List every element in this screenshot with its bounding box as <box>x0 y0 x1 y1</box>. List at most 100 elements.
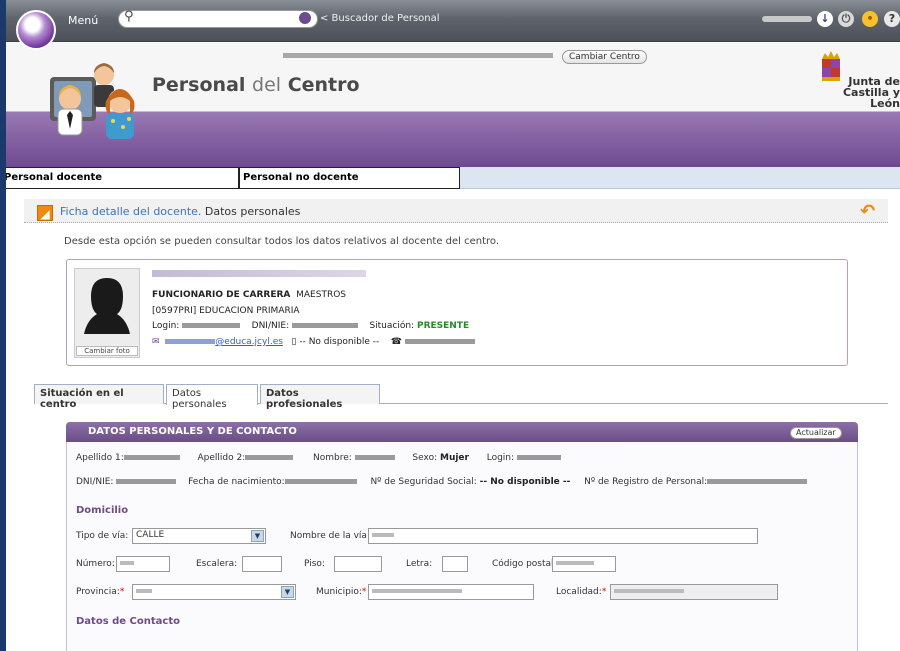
page-title-part3: Centro <box>287 74 360 96</box>
page-title-part1: Personal <box>152 74 246 96</box>
provincia-label: Provincia:* <box>76 587 124 597</box>
email-link[interactable]: @educa.jcyl.es <box>165 337 283 347</box>
teacher-name-redacted <box>152 270 366 277</box>
center-name-redacted <box>283 53 553 58</box>
letra-label: Letra: <box>406 559 433 569</box>
employment-line: FUNCIONARIO DE CARRERA MAESTROS <box>152 290 346 300</box>
seg-social-value: -- No disponible -- <box>479 477 571 487</box>
provincia-select[interactable]: ▼ <box>132 584 296 600</box>
numero-input[interactable] <box>116 556 170 572</box>
help-icon[interactable]: ? <box>884 11 900 27</box>
search-icon[interactable]: ⚲ <box>124 9 134 24</box>
change-center-button[interactable]: Cambiar Centro <box>562 50 647 64</box>
tab-datos-personales[interactable]: Datos personales <box>166 384 258 410</box>
phone-value: -- No disponible -- <box>299 337 380 347</box>
piso-input[interactable] <box>334 556 382 572</box>
panel-title: DATOS PERSONALES Y DE CONTACTO <box>88 426 297 437</box>
municipio-required-mark: * <box>361 587 367 597</box>
employment-type: FUNCIONARIO DE CARRERA <box>152 290 291 300</box>
nombre-via-input[interactable] <box>368 528 758 544</box>
dni-redacted-panel <box>116 479 177 484</box>
intro-text: Desde esta opción se pueden consultar to… <box>64 236 500 247</box>
apellido2-redacted <box>245 455 294 460</box>
app-logo-icon[interactable] <box>16 10 56 50</box>
name-row: Apellido 1: Apellido 2: Nombre: Sexo: Mu… <box>76 453 561 463</box>
window-left-edge <box>0 0 6 651</box>
localidad-label: Localidad:* <box>556 587 606 597</box>
section-arrow-icon: ◢ <box>37 205 53 221</box>
jcl-logo-line2: Castilla y León <box>842 86 900 110</box>
situacion-label: Situación: <box>369 321 415 331</box>
email-user-redacted <box>165 339 216 344</box>
numero-label: Número: <box>76 559 115 569</box>
chevron-down-icon[interactable]: ▼ <box>251 530 264 542</box>
tipo-via-value: CALLE <box>136 530 165 540</box>
piso-label: Piso: <box>304 559 325 569</box>
localidad-required-mark: * <box>601 587 607 597</box>
telephone-redacted <box>404 339 475 344</box>
login-line: Login: DNI/NIE: Situación: PRESENTE <box>152 321 469 331</box>
apellido1-redacted <box>123 455 180 460</box>
main-tabs: Personal docente Personal no docente <box>0 167 900 189</box>
provincia-required-mark: * <box>119 587 125 597</box>
detail-tabs: Situación en el centro Datos personales … <box>34 384 888 410</box>
codigo-postal-input[interactable] <box>552 556 616 572</box>
staff-illustration <box>50 63 135 139</box>
registro-redacted <box>707 479 808 484</box>
tab-personal-docente[interactable]: Personal docente <box>0 167 239 189</box>
tipo-via-select[interactable]: CALLE ▼ <box>132 528 266 544</box>
localidad-redacted <box>614 588 684 593</box>
user-name-redacted <box>762 16 812 22</box>
page-title-part2: del <box>252 74 282 96</box>
chevron-down-icon[interactable]: ▼ <box>281 586 294 598</box>
jcl-logo-text: Junta de Castilla y León <box>818 76 900 109</box>
domicilio-heading: Domicilio <box>76 505 129 516</box>
lightbulb-icon[interactable]: • <box>862 11 878 27</box>
section-title: Ficha detalle del docente. Datos persona… <box>60 205 300 218</box>
tab-situacion-centro[interactable]: Situación en el centro <box>34 384 164 410</box>
mail-icon: ✉ <box>152 337 160 347</box>
update-button[interactable]: Actualizar <box>790 427 842 439</box>
login-label-panel: Login: <box>486 453 515 463</box>
person-icon[interactable] <box>298 11 312 25</box>
dni-label: DNI/NIE: <box>251 321 290 331</box>
apellido1-label: Apellido 1: <box>76 453 124 463</box>
seg-social-label: Nº de Seguridad Social: <box>370 477 477 487</box>
localidad-input[interactable] <box>610 584 778 600</box>
provincia-redacted <box>136 588 152 593</box>
provincia-label-text: Provincia: <box>76 587 120 597</box>
tipo-via-label: Tipo de vía: <box>76 531 129 541</box>
download-icon[interactable]: ↓ <box>817 11 833 27</box>
login-label: Login: <box>152 321 180 331</box>
sexo-value: Mujer <box>439 453 469 463</box>
apellido2-label: Apellido 2: <box>197 453 246 463</box>
section-title-suffix: Datos personales <box>204 205 301 218</box>
municipio-input[interactable] <box>368 584 534 600</box>
id-row: DNI/NIE: Fecha de nacimiento: Nº de Segu… <box>76 477 808 487</box>
page-title: Personal del Centro <box>152 74 360 96</box>
phone-icon: ▯ <box>291 337 297 347</box>
municipio-label-text: Municipio: <box>316 587 362 597</box>
employment-body: MAESTROS <box>296 290 346 300</box>
search-hint: < Buscador de Personal <box>320 13 440 24</box>
login-redacted-panel <box>516 455 561 460</box>
back-arrow-icon[interactable]: ↶ <box>860 201 875 222</box>
menu-button[interactable]: Menú <box>68 14 98 27</box>
change-photo-button[interactable]: Cambiar foto <box>76 346 138 356</box>
situacion-value: PRESENTE <box>416 321 470 331</box>
letra-input[interactable] <box>442 556 468 572</box>
section-title-main: Ficha detalle del docente. <box>60 205 202 218</box>
escalera-label: Escalera: <box>196 559 238 569</box>
login-redacted <box>182 323 241 328</box>
power-icon[interactable]: ⏻ <box>838 11 854 27</box>
nombre-via-label: Nombre de la vía: <box>290 531 370 541</box>
nombre-redacted <box>354 455 395 460</box>
municipio-redacted <box>372 588 462 593</box>
tab-datos-profesionales[interactable]: Datos profesionales <box>260 384 380 410</box>
search-input[interactable] <box>118 10 318 28</box>
escalera-input[interactable] <box>242 556 282 572</box>
dni-redacted <box>291 323 358 328</box>
dni-label-panel: DNI/NIE: <box>76 477 114 487</box>
registro-label: Nº de Registro de Personal: <box>584 477 708 487</box>
tab-personal-no-docente[interactable]: Personal no docente <box>239 167 460 189</box>
